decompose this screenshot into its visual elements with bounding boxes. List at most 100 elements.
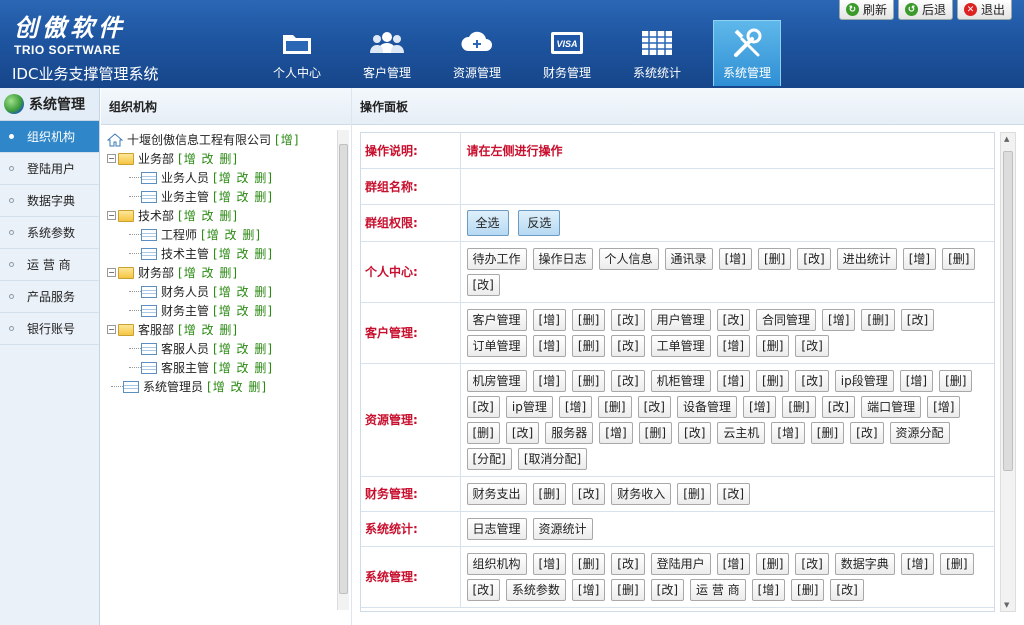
- sidebar-item-0[interactable]: 组织机构: [0, 121, 99, 153]
- perm-item[interactable]: [删]: [940, 552, 974, 575]
- perm-item[interactable]: [删]: [782, 395, 816, 418]
- perm-item[interactable]: [删]: [571, 369, 606, 392]
- perm-item[interactable]: [删]: [677, 482, 711, 505]
- perm-item[interactable]: [改]: [795, 334, 829, 357]
- perm-item[interactable]: 服务器: [545, 421, 594, 444]
- perm-item[interactable]: [改]: [650, 578, 685, 601]
- collapse-toggle[interactable]: −: [107, 211, 116, 220]
- tree-node-ops[interactable]: [增 改 删]: [178, 264, 238, 281]
- perm-item[interactable]: 待办工作: [466, 247, 527, 270]
- perm-item[interactable]: [删]: [756, 552, 790, 575]
- perm-item[interactable]: [增]: [927, 395, 961, 418]
- tree-group-3[interactable]: − 客服部 [增 改 删]: [107, 320, 337, 339]
- perm-item[interactable]: 系统参数: [505, 578, 566, 601]
- perm-item[interactable]: 客户管理: [466, 308, 527, 331]
- perm-item[interactable]: [增]: [532, 308, 566, 331]
- perm-item[interactable]: [增]: [599, 421, 633, 444]
- tree-group-0[interactable]: − 业务部 [增 改 删]: [107, 149, 337, 168]
- nav-tab-2[interactable]: 资源管理: [432, 20, 522, 86]
- tree-leaf[interactable]: 财务主管 [增 改 删]: [107, 301, 337, 320]
- tree-leaf[interactable]: 财务人员 [增 改 删]: [107, 282, 337, 301]
- perm-item[interactable]: [改]: [795, 552, 829, 575]
- perm-item[interactable]: [改]: [571, 482, 606, 505]
- perm-item[interactable]: [增]: [899, 369, 934, 392]
- perm-item[interactable]: 个人信息: [598, 247, 659, 270]
- perm-item[interactable]: [删]: [598, 395, 632, 418]
- perm-item[interactable]: [增]: [718, 247, 752, 270]
- perm-item[interactable]: [改]: [611, 369, 645, 392]
- perm-item[interactable]: [删]: [466, 421, 500, 444]
- tree-node-ops[interactable]: [增 改 删]: [178, 321, 238, 338]
- tree-admin[interactable]: 系统管理员 [增 改 删]: [107, 377, 337, 396]
- perm-item[interactable]: [删]: [571, 334, 606, 357]
- perm-item[interactable]: [取消分配]: [517, 447, 588, 470]
- perm-item[interactable]: [改]: [466, 273, 500, 296]
- tree-scrollbar[interactable]: [337, 130, 349, 610]
- perm-item[interactable]: [分配]: [466, 447, 512, 470]
- perm-item[interactable]: [增]: [532, 334, 566, 357]
- exit-button[interactable]: ✕ 退出: [956, 0, 1012, 20]
- perm-item[interactable]: [删]: [571, 308, 606, 331]
- tree-node-ops[interactable]: [增 改 删]: [213, 245, 273, 262]
- tree-leaf[interactable]: 技术主管 [增 改 删]: [107, 244, 337, 263]
- perm-item[interactable]: [删]: [756, 334, 790, 357]
- back-button[interactable]: ↺ 后退: [897, 0, 953, 20]
- perm-item[interactable]: 运 营 商: [690, 578, 746, 601]
- perm-item[interactable]: [增]: [742, 395, 777, 418]
- perm-item[interactable]: 操作日志: [532, 247, 593, 270]
- perm-item[interactable]: [增]: [571, 578, 606, 601]
- perm-item[interactable]: 云主机: [717, 421, 766, 444]
- perm-item[interactable]: [删]: [791, 578, 825, 601]
- tree-node-ops[interactable]: [增 改 删]: [213, 169, 273, 186]
- perm-item[interactable]: [改]: [466, 578, 500, 601]
- perm-item[interactable]: [改]: [505, 421, 540, 444]
- perm-item[interactable]: ip段管理: [834, 369, 894, 392]
- perm-item[interactable]: 登陆用户: [650, 552, 711, 575]
- tree-node-ops[interactable]: [增 改 删]: [213, 188, 273, 205]
- group-name-field[interactable]: [460, 168, 994, 205]
- nav-tab-0[interactable]: 个人中心: [252, 20, 342, 86]
- perm-item[interactable]: [删]: [638, 421, 673, 444]
- perm-item[interactable]: [改]: [637, 395, 671, 418]
- perm-item[interactable]: [增]: [902, 247, 937, 270]
- collapse-toggle[interactable]: −: [107, 325, 116, 334]
- nav-tab-1[interactable]: 客户管理: [342, 20, 432, 86]
- perm-item[interactable]: [删]: [532, 482, 566, 505]
- perm-item[interactable]: [增]: [716, 369, 751, 392]
- tree-node-ops[interactable]: [增 改 删]: [213, 359, 273, 376]
- perm-item[interactable]: 进出统计: [836, 247, 897, 270]
- sidebar-item-4[interactable]: 运 营 商: [0, 249, 99, 281]
- tree-node-ops[interactable]: [增 改 删]: [213, 283, 273, 300]
- collapse-toggle[interactable]: −: [107, 268, 116, 277]
- perm-item[interactable]: [增]: [716, 334, 751, 357]
- perm-item[interactable]: 财务支出: [466, 482, 527, 505]
- perm-item[interactable]: [删]: [571, 552, 606, 575]
- tree-node-ops[interactable]: [增]: [275, 131, 299, 148]
- collapse-toggle[interactable]: −: [107, 154, 116, 163]
- tree-node-ops[interactable]: [增 改 删]: [201, 226, 261, 243]
- tree-node-ops[interactable]: [增 改 删]: [213, 302, 273, 319]
- perm-item[interactable]: [增]: [751, 578, 786, 601]
- perm-item[interactable]: [删]: [757, 247, 792, 270]
- nav-tab-4[interactable]: 系统统计: [612, 20, 702, 86]
- perm-item[interactable]: 日志管理: [466, 517, 527, 540]
- perm-item[interactable]: [增]: [771, 421, 805, 444]
- perm-item[interactable]: [改]: [797, 247, 831, 270]
- scroll-down-arrow[interactable]: ▼: [1004, 601, 1009, 609]
- tree-leaf[interactable]: 客服主管 [增 改 删]: [107, 358, 337, 377]
- perm-item[interactable]: 设备管理: [676, 395, 737, 418]
- tree-leaf[interactable]: 业务主管 [增 改 删]: [107, 187, 337, 206]
- tree-leaf[interactable]: 工程师 [增 改 删]: [107, 225, 337, 244]
- perm-item[interactable]: [删]: [756, 369, 790, 392]
- main-scroll-thumb[interactable]: [1003, 151, 1013, 471]
- tree-scroll-thumb[interactable]: [339, 144, 348, 594]
- perm-item[interactable]: 资源分配: [889, 421, 950, 444]
- tree-group-1[interactable]: − 技术部 [增 改 删]: [107, 206, 337, 225]
- main-scrollbar[interactable]: ▲ ▼: [1000, 132, 1016, 612]
- sidebar-item-1[interactable]: 登陆用户: [0, 153, 99, 185]
- tree-node-ops[interactable]: [增 改 删]: [178, 207, 238, 224]
- perm-item[interactable]: 财务收入: [611, 482, 672, 505]
- perm-item[interactable]: [改]: [716, 308, 751, 331]
- tree-leaf[interactable]: 业务人员 [增 改 删]: [107, 168, 337, 187]
- sidebar-item-5[interactable]: 产品服务: [0, 281, 99, 313]
